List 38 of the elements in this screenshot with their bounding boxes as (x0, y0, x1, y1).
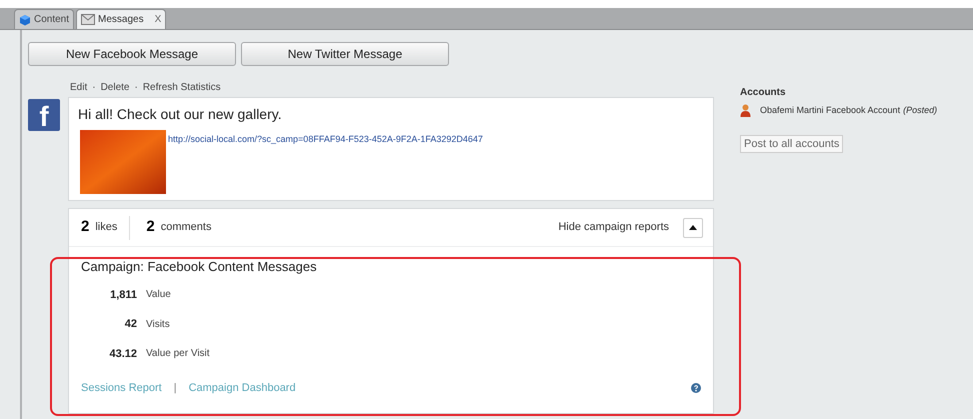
likes-label: likes (95, 220, 118, 236)
metric-label: Visits (146, 318, 170, 332)
tab-label: Messages (98, 13, 144, 27)
tab[interactable]: Content (14, 9, 74, 29)
separator-dot: · (92, 80, 96, 94)
toggle-reports-link[interactable]: Hide campaign reports (558, 219, 669, 236)
comments-count: 2 (146, 217, 155, 238)
metric-label: Value per Visit (146, 347, 210, 362)
help-icon[interactable] (691, 383, 701, 394)
new-message-button[interactable]: New Twitter Message (241, 42, 449, 66)
accounts-heading: Accounts (740, 86, 787, 100)
tab-label: Content (34, 13, 70, 27)
account-name[interactable]: Obafemi Martini Facebook Account (760, 104, 900, 118)
account-status: (Posted) (903, 104, 938, 117)
facebook-logo-icon: f (28, 99, 60, 131)
likes-count: 2 (81, 217, 90, 238)
collapse-button[interactable] (683, 218, 703, 238)
envelope-icon (81, 14, 96, 25)
post-action-link[interactable]: Edit (70, 80, 88, 94)
post-action-link[interactable]: Refresh Statistics (142, 80, 221, 94)
triangle-icon (689, 225, 697, 230)
separator-dot: · (134, 80, 138, 94)
campaign-title: Campaign: Facebook Content Messages (81, 258, 318, 276)
post-message: Hi all! Check out our new gallery. (78, 105, 283, 124)
metric-label: Value (146, 288, 171, 302)
new-message-button[interactable]: New Facebook Message (28, 42, 236, 66)
tab-close-button[interactable]: X (154, 12, 162, 27)
user-icon (740, 104, 751, 118)
metric-value: 43.12 (108, 346, 137, 362)
post-link[interactable]: http://social-local.com/?sc_camp=08FFAF94-F523-452A-9F2A-1FA3292D4647 (168, 133, 483, 146)
post-to-all-button[interactable]: Post to all accounts (740, 134, 844, 152)
tab[interactable]: Messages X (76, 9, 166, 29)
comments-label: comments (160, 220, 212, 236)
metric-value: 42 (124, 317, 137, 332)
link-separator: | (174, 381, 177, 396)
cube-icon (19, 14, 31, 26)
post-action-link[interactable]: Delete (100, 80, 130, 94)
metric-value: 1,811 (109, 288, 137, 302)
